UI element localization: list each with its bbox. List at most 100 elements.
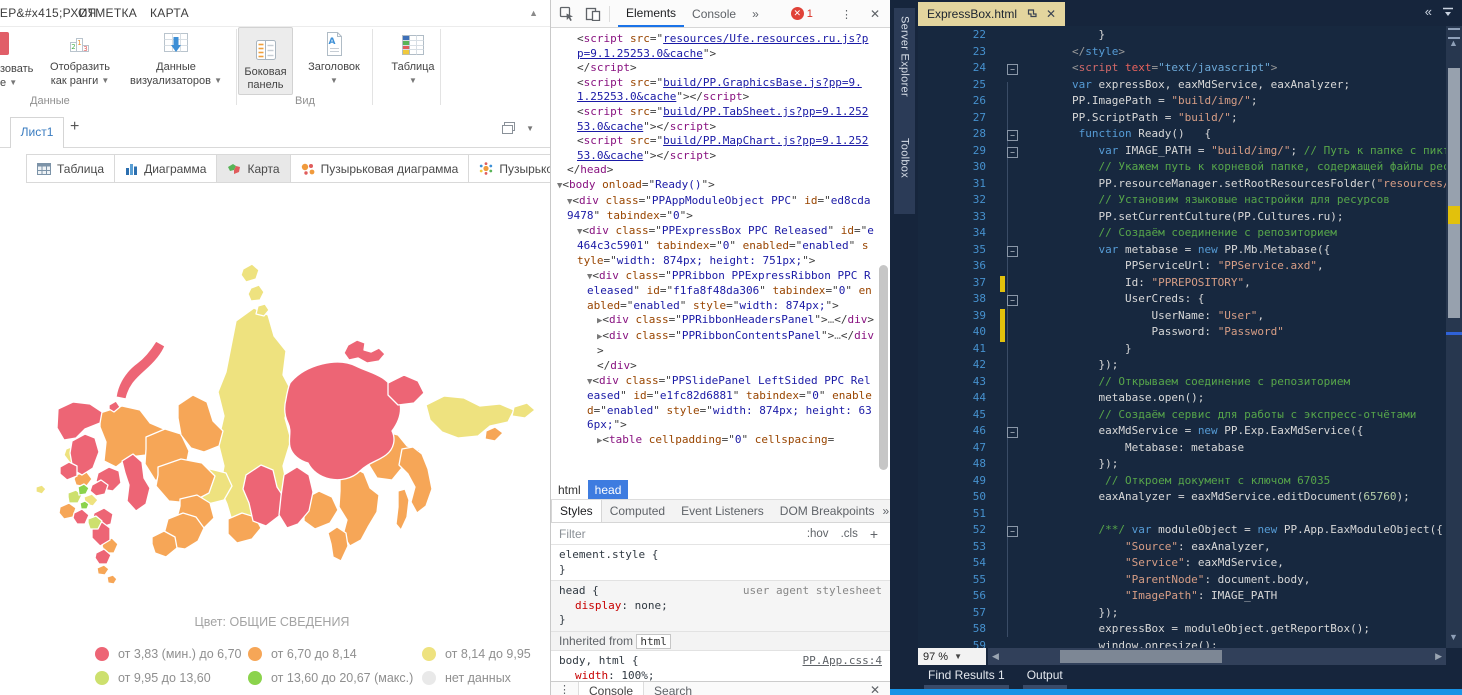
code-line[interactable]: 50 eaxAnalyzer = eaxMdService.editDocume… bbox=[918, 490, 1446, 507]
tab-event-listeners[interactable]: Event Listeners bbox=[673, 500, 772, 522]
code-line[interactable]: 51 bbox=[918, 507, 1446, 524]
code-line[interactable]: 44 metabase.open(); bbox=[918, 391, 1446, 408]
scroll-right-icon[interactable]: ▶ bbox=[1435, 651, 1442, 662]
find-results-tab[interactable]: Find Results 1 bbox=[924, 666, 1009, 689]
code-editor[interactable]: 22 }23 </style>24− <script text="text/ja… bbox=[918, 26, 1446, 648]
inherited-node-chip[interactable]: html bbox=[636, 634, 671, 649]
scroll-left-icon[interactable]: ◀ bbox=[992, 651, 999, 662]
code-line[interactable]: 53 "Source": eaxAnalyzer, bbox=[918, 540, 1446, 557]
view-table[interactable]: Таблица bbox=[26, 154, 115, 183]
filter-input[interactable]: Filter bbox=[551, 527, 586, 541]
devtools-scrollbar[interactable] bbox=[879, 265, 888, 470]
horizontal-scrollbar[interactable]: ◀ ▶ bbox=[988, 648, 1446, 665]
device-toolbar-icon[interactable] bbox=[585, 7, 601, 21]
dom-tree-node[interactable]: <script src="resources/Ufe.resources.ru.… bbox=[551, 32, 890, 61]
stylesheet-link[interactable]: PP.App.css:4 bbox=[803, 654, 882, 669]
add-sheet-button[interactable]: + bbox=[70, 118, 79, 136]
devtools-close-icon[interactable]: ✕ bbox=[860, 7, 890, 21]
code-line[interactable]: 41 } bbox=[918, 342, 1446, 359]
more-tabs-icon[interactable]: » bbox=[744, 0, 767, 27]
style-rule-head[interactable]: user agent stylesheethead { display: non… bbox=[551, 580, 890, 632]
hscrollbar-thumb[interactable] bbox=[1060, 650, 1222, 663]
view-bubble-tree[interactable]: Пузырьковое де bbox=[468, 154, 550, 183]
map-regions[interactable] bbox=[36, 264, 535, 584]
code-line[interactable]: 54 "Service": eaxMdService, bbox=[918, 556, 1446, 573]
code-line[interactable]: 48 }); bbox=[918, 457, 1446, 474]
table-button[interactable]: Таблица ▼ bbox=[384, 27, 442, 88]
ribbon-tab-map[interactable]: КАРТА bbox=[150, 6, 189, 20]
code-line[interactable]: 31 PP.resourceManager.setRootResourcesFo… bbox=[918, 177, 1446, 194]
code-line[interactable]: 58 expressBox = moduleObject.getReportBo… bbox=[918, 622, 1446, 639]
scroll-down-icon[interactable]: ▼ bbox=[1449, 632, 1458, 642]
code-line[interactable]: 39 UserName: "User", bbox=[918, 309, 1446, 326]
inspect-element-icon[interactable] bbox=[559, 6, 575, 22]
code-line[interactable]: 28− function Ready() { bbox=[918, 127, 1446, 144]
code-line[interactable]: 29− var IMAGE_PATH = "build/img/"; // Пу… bbox=[918, 144, 1446, 161]
breadcrumb-html[interactable]: html bbox=[551, 483, 588, 497]
code-line[interactable]: 35− var metabase = new PP.Mb.Metabase({ bbox=[918, 243, 1446, 260]
code-line[interactable]: 40 Password: "Password" bbox=[918, 325, 1446, 342]
breadcrumb-head[interactable]: head bbox=[588, 480, 629, 499]
code-line[interactable]: 26 PP.ImagePath = "build/img/"; bbox=[918, 94, 1446, 111]
zoom-select[interactable]: 97 % ▼ bbox=[918, 648, 986, 665]
dom-tree-node[interactable]: ▶<div class="PPRibbonHeadersPanel">…</di… bbox=[551, 313, 890, 329]
dom-tree-node[interactable]: <script src="build/PP.MapChart.js?pp=9.1… bbox=[551, 134, 890, 163]
cut-off-button[interactable]: зовать е ▼ bbox=[0, 27, 48, 90]
tab-close-icon[interactable]: ✕ bbox=[1046, 7, 1056, 21]
tab-styles[interactable]: Styles bbox=[551, 500, 602, 522]
code-line[interactable]: 22 } bbox=[918, 28, 1446, 45]
dom-tree-node[interactable]: ▼<div class="PPAppModuleObject PPC" id="… bbox=[551, 194, 890, 224]
dom-tree-node[interactable]: <script src="build/PP.TabSheet.js?pp=9.1… bbox=[551, 105, 890, 134]
style-rule-element[interactable]: element.style { } bbox=[551, 545, 890, 580]
error-badge[interactable]: ✕1 bbox=[791, 7, 813, 20]
dom-tree-node[interactable]: ▼<body onload="Ready()"> bbox=[551, 178, 890, 194]
output-tab[interactable]: Output bbox=[1023, 666, 1067, 689]
dom-tree-node[interactable]: <script src="build/PP.GraphicsBase.js?pp… bbox=[551, 76, 890, 105]
visualizer-data-button[interactable]: Данные визуализаторов ▼ bbox=[121, 27, 231, 88]
view-map[interactable]: Карта bbox=[216, 154, 290, 183]
drawer-tab-console[interactable]: Console bbox=[578, 682, 644, 695]
view-bubble-chart[interactable]: Пузырьковая диаграмма bbox=[290, 154, 470, 183]
drawer-close-icon[interactable]: ✕ bbox=[870, 682, 890, 695]
scrollbar-thumb[interactable] bbox=[1448, 68, 1460, 318]
code-line[interactable]: 57 }); bbox=[918, 606, 1446, 623]
code-line[interactable]: 23 </style> bbox=[918, 45, 1446, 62]
more-panes-icon[interactable]: » bbox=[882, 504, 890, 518]
dom-tree-node[interactable]: ▼<div class="PPRibbon PPExpressRibbon PP… bbox=[551, 269, 890, 314]
window-menu-icon[interactable] bbox=[1442, 7, 1454, 17]
display-as-ranks-button[interactable]: 2 1 3 Отобразить как ранги ▼ bbox=[42, 27, 118, 88]
dom-tree-node[interactable]: </head> bbox=[551, 163, 890, 178]
drawer-tab-search[interactable]: Search bbox=[644, 682, 702, 695]
tab-dom-breakpoints[interactable]: DOM Breakpoints bbox=[772, 500, 883, 522]
scroll-up-icon[interactable]: ▲ bbox=[1449, 38, 1458, 48]
hov-toggle[interactable]: :hov bbox=[807, 528, 829, 540]
dom-tree-node[interactable]: ▶<table cellpadding="0" cellspacing= bbox=[551, 433, 890, 449]
new-style-rule-icon[interactable]: + bbox=[870, 526, 878, 542]
ribbon-tab-mark[interactable]: ОТМЕТКА bbox=[78, 6, 137, 20]
tab-computed[interactable]: Computed bbox=[602, 500, 673, 522]
cls-toggle[interactable]: .cls bbox=[841, 528, 858, 540]
dom-tree-node[interactable]: </div> bbox=[551, 359, 890, 374]
code-line[interactable]: 47 Metabase: metabase bbox=[918, 441, 1446, 458]
sheet-tab[interactable]: Лист1 bbox=[10, 117, 64, 148]
dom-tree[interactable]: <script src="resources/Ufe.resources.ru.… bbox=[551, 28, 890, 484]
code-line[interactable]: 42 }); bbox=[918, 358, 1446, 375]
code-line[interactable]: 38− UserCreds: { bbox=[918, 292, 1446, 309]
devtools-menu-icon[interactable]: ⋮ bbox=[833, 7, 860, 21]
dom-tree-node[interactable]: ▼<div class="PPSlidePanel LeftSided PPC … bbox=[551, 374, 890, 433]
style-rule-body-html[interactable]: PP.App.css:4body, html { width: 100%; bbox=[551, 651, 890, 682]
view-chart[interactable]: Диаграмма bbox=[114, 154, 217, 183]
dom-tree-node[interactable]: ▶<div class="PPRibbonContentsPanel">…</d… bbox=[551, 329, 890, 359]
code-line[interactable]: 55 "ParentNode": document.body, bbox=[918, 573, 1446, 590]
devtools-tab-elements[interactable]: Elements bbox=[618, 0, 684, 27]
collapse-ribbon-icon[interactable]: ▲ bbox=[529, 8, 538, 18]
dropdown-arrow-icon[interactable]: ▼ bbox=[526, 124, 534, 133]
code-line[interactable]: 32 // Установим языковые настройки для р… bbox=[918, 193, 1446, 210]
code-line[interactable]: 49 // Откроем документ с ключом 67035 bbox=[918, 474, 1446, 491]
code-line[interactable]: 30 // Укажем путь к корневой папке, соде… bbox=[918, 160, 1446, 177]
code-line[interactable]: 34 // Создаём соединение с репозиторием bbox=[918, 226, 1446, 243]
code-line[interactable]: 24− <script text="text/javascript"> bbox=[918, 61, 1446, 78]
code-line[interactable]: 37 Id: "PPREPOSITORY", bbox=[918, 276, 1446, 293]
code-line[interactable]: 56 "ImagePath": IMAGE_PATH bbox=[918, 589, 1446, 606]
code-line[interactable]: 33 PP.setCurrentCulture(PP.Cultures.ru); bbox=[918, 210, 1446, 227]
